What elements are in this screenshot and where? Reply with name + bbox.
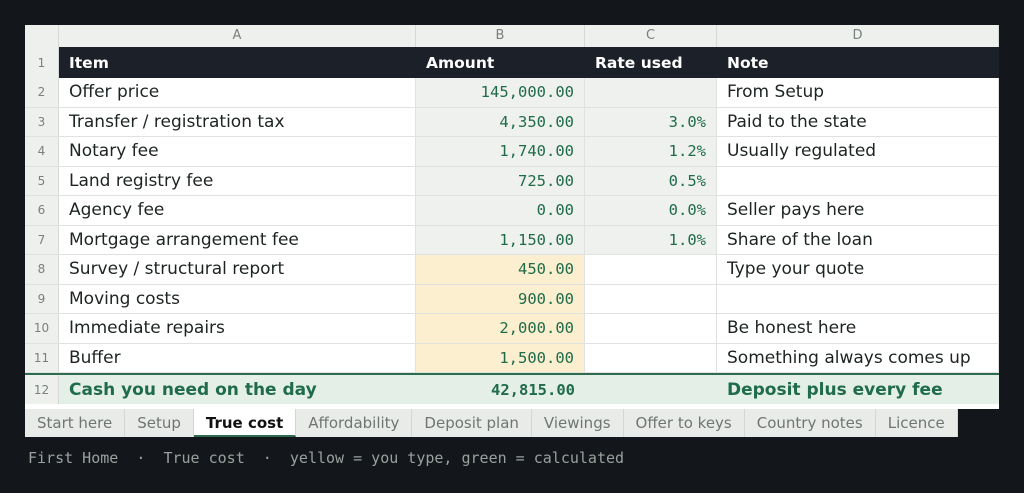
item-cell[interactable]: Offer price (59, 78, 416, 107)
table-row: 8 Survey / structural report 450.00 Type yo… (25, 255, 999, 285)
row-number[interactable]: 10 (25, 314, 59, 343)
note-cell[interactable]: Type your quote (717, 255, 999, 284)
table-row: 3 Transfer / registration tax 4,350.00 3.0%… (25, 107, 999, 137)
amount-cell[interactable]: 450.00 (416, 255, 585, 284)
table-row: 2 Offer price 145,000.00 From Setup (25, 78, 999, 108)
column-header-c[interactable]: C (585, 25, 717, 47)
total-label-cell[interactable]: Cash you need on the day (59, 375, 416, 404)
sheet-tab-true-cost[interactable]: True cost (193, 409, 297, 437)
note-cell[interactable]: Paid to the state (717, 107, 999, 136)
row-number[interactable]: 6 (25, 196, 59, 225)
note-cell[interactable]: Be honest here (717, 314, 999, 343)
rate-cell[interactable] (585, 78, 717, 107)
rate-cell[interactable]: 1.0% (585, 225, 717, 254)
spreadsheet-grid: A B C D 1 Item Amount Rate used Note 2 Of… (25, 25, 999, 409)
item-cell[interactable]: Transfer / registration tax (59, 107, 416, 136)
rate-cell[interactable] (585, 314, 717, 343)
total-row: 12 Cash you need on the day 42,815.00 De… (25, 373, 999, 404)
total-rate-cell[interactable] (585, 375, 717, 404)
note-cell[interactable]: Usually regulated (717, 137, 999, 166)
table-row: 10 Immediate repairs 2,000.00 Be honest her… (25, 314, 999, 344)
column-header-b[interactable]: B (416, 25, 585, 47)
amount-cell[interactable]: 1,500.00 (416, 343, 585, 372)
item-cell[interactable]: Agency fee (59, 196, 416, 225)
row-number[interactable]: 5 (25, 166, 59, 195)
note-cell[interactable]: Share of the loan (717, 225, 999, 254)
row-number[interactable]: 7 (25, 225, 59, 254)
amount-cell[interactable]: 1,150.00 (416, 225, 585, 254)
rate-cell[interactable] (585, 284, 717, 313)
table-header-row: 1 Item Amount Rate used Note (25, 47, 999, 78)
table-row: 6 Agency fee 0.00 0.0% Seller pays here (25, 196, 999, 226)
item-cell[interactable]: Moving costs (59, 284, 416, 313)
rate-cell[interactable]: 0.0% (585, 196, 717, 225)
item-cell[interactable]: Mortgage arrangement fee (59, 225, 416, 254)
total-amount-cell[interactable]: 42,815.00 (416, 375, 585, 404)
item-cell[interactable]: Buffer (59, 343, 416, 372)
sheet-tab-setup[interactable]: Setup (125, 409, 194, 437)
amount-cell[interactable]: 145,000.00 (416, 78, 585, 107)
row-number[interactable]: 3 (25, 107, 59, 136)
header-cell-item[interactable]: Item (59, 47, 416, 78)
cell-grid: 1 Item Amount Rate used Note 2 Offer pric… (25, 47, 999, 404)
table-row: 7 Mortgage arrangement fee 1,150.00 1.0% Sha… (25, 225, 999, 255)
note-cell[interactable]: From Setup (717, 78, 999, 107)
item-cell[interactable]: Immediate repairs (59, 314, 416, 343)
sheet-tab-start-here[interactable]: Start here (25, 409, 126, 437)
table-row: 11 Buffer 1,500.00 Something always comes u… (25, 343, 999, 373)
status-caption: First Home · True cost · yellow = you ty… (28, 449, 625, 467)
column-header-bar: A B C D (25, 25, 999, 48)
row-number[interactable]: 9 (25, 284, 59, 313)
total-note-cell[interactable]: Deposit plus every fee (717, 375, 999, 404)
header-cell-rate[interactable]: Rate used (585, 47, 717, 78)
select-all-corner[interactable] (25, 25, 59, 47)
row-number[interactable]: 1 (25, 47, 59, 78)
note-cell[interactable] (717, 284, 999, 313)
column-header-d[interactable]: D (717, 25, 999, 47)
rate-cell[interactable]: 1.2% (585, 137, 717, 166)
sheet-tab-viewings[interactable]: Viewings (532, 409, 624, 437)
amount-cell[interactable]: 900.00 (416, 284, 585, 313)
amount-cell[interactable]: 0.00 (416, 196, 585, 225)
amount-cell[interactable]: 2,000.00 (416, 314, 585, 343)
header-cell-note[interactable]: Note (717, 47, 999, 78)
amount-cell[interactable]: 725.00 (416, 166, 585, 195)
column-header-a[interactable]: A (59, 25, 416, 47)
note-cell[interactable]: Something always comes up (717, 343, 999, 372)
rate-cell[interactable] (585, 343, 717, 372)
row-number[interactable]: 12 (25, 375, 59, 404)
row-number[interactable]: 4 (25, 137, 59, 166)
rate-cell[interactable]: 3.0% (585, 107, 717, 136)
item-cell[interactable]: Survey / structural report (59, 255, 416, 284)
item-cell[interactable]: Land registry fee (59, 166, 416, 195)
header-cell-amount[interactable]: Amount (416, 47, 585, 78)
sheet-tab-bar: Start here Setup True cost Affordability Dep… (25, 409, 958, 437)
table-row: 9 Moving costs 900.00 (25, 284, 999, 314)
sheet-tab-country-notes[interactable]: Country notes (745, 409, 876, 437)
sheet-tab-offer-to-keys[interactable]: Offer to keys (624, 409, 745, 437)
sheet-tab-licence[interactable]: Licence (876, 409, 958, 437)
table-row: 5 Land registry fee 725.00 0.5% (25, 166, 999, 196)
amount-cell[interactable]: 4,350.00 (416, 107, 585, 136)
rate-cell[interactable]: 0.5% (585, 166, 717, 195)
row-number[interactable]: 2 (25, 78, 59, 107)
item-cell[interactable]: Notary fee (59, 137, 416, 166)
sheet-tab-affordability[interactable]: Affordability (296, 409, 413, 437)
rate-cell[interactable] (585, 255, 717, 284)
amount-cell[interactable]: 1,740.00 (416, 137, 585, 166)
table-row: 4 Notary fee 1,740.00 1.2% Usually regulated (25, 137, 999, 167)
note-cell[interactable]: Seller pays here (717, 196, 999, 225)
row-number[interactable]: 8 (25, 255, 59, 284)
sheet-tab-deposit-plan[interactable]: Deposit plan (412, 409, 532, 437)
row-number[interactable]: 11 (25, 343, 59, 372)
note-cell[interactable] (717, 166, 999, 195)
